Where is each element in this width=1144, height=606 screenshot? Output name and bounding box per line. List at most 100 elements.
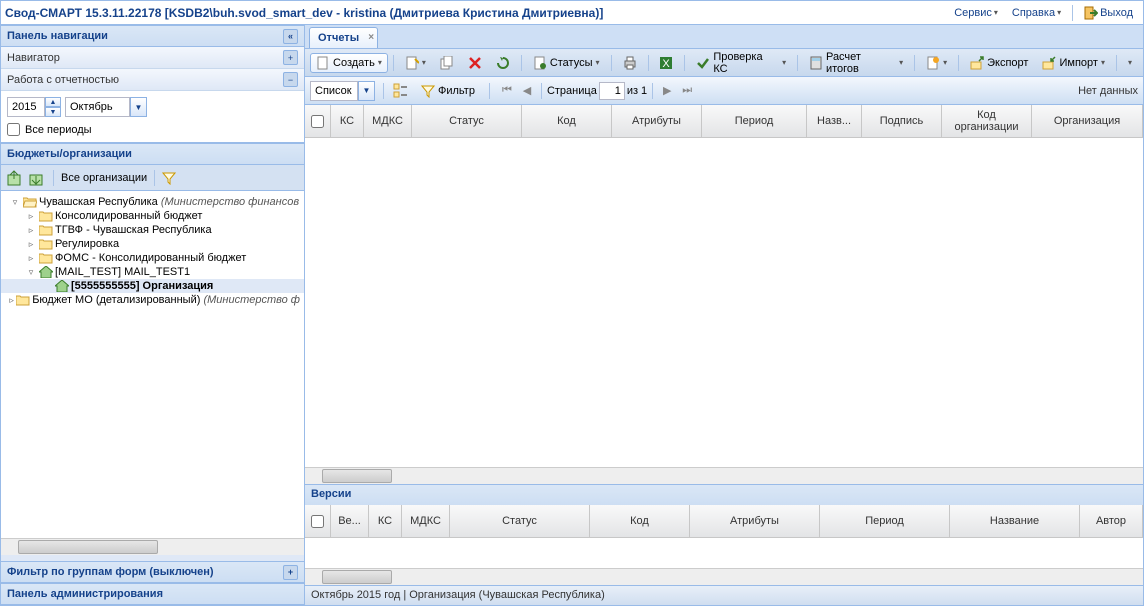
tree-node[interactable]: ▹ТГВФ - Чувашская Республика	[1, 223, 304, 237]
menu-help[interactable]: Справка▾	[1006, 5, 1067, 21]
excel-button[interactable]: X	[653, 53, 679, 73]
tree-node[interactable]: ▹ФОМС - Консолидированный бюджет	[1, 251, 304, 265]
col-name[interactable]: Назв...	[807, 105, 862, 137]
vcol-name[interactable]: Название	[950, 505, 1080, 537]
statuses-button[interactable]: Статусы▾	[527, 53, 606, 73]
vcol-mdks[interactable]: МДКС	[402, 505, 450, 537]
create-button[interactable]: Создать▾	[310, 53, 388, 73]
select-all-checkbox[interactable]	[311, 115, 324, 128]
tree-node[interactable]: ▹Регулировка	[1, 237, 304, 251]
vcol-author[interactable]: Автор	[1080, 505, 1143, 537]
link-button[interactable]: ▾	[920, 53, 953, 73]
col-code[interactable]: Код	[522, 105, 612, 137]
tree-node[interactable]: ▹Консолидированный бюджет	[1, 209, 304, 223]
import-button[interactable]: Импорт▾	[1036, 53, 1110, 73]
vcol-attr[interactable]: Атрибуты	[690, 505, 820, 537]
navigator-header[interactable]: Навигатор +	[1, 47, 304, 69]
pager: ⏮ ◀ Страница из 1 ▶ ⏭	[498, 82, 696, 100]
tree-scrollbar[interactable]	[1, 538, 304, 555]
nav-panel-header: Панель навигации «	[1, 25, 304, 47]
filter-icon[interactable]	[162, 171, 176, 185]
next-page-button[interactable]: ▶	[658, 82, 676, 100]
list-mode-combo[interactable]: ▼	[310, 81, 375, 101]
year-down[interactable]: ▼	[45, 107, 61, 117]
copy-button[interactable]	[434, 53, 460, 73]
org-tree[interactable]: ▿ Чувашская Республика (Министерство фин…	[1, 191, 304, 538]
last-page-button[interactable]: ⏭	[678, 82, 696, 100]
tree-view-icon[interactable]	[392, 82, 410, 100]
year-spinner[interactable]: ▲ ▼	[7, 97, 61, 117]
col-org-code[interactable]: Код организации	[942, 105, 1032, 137]
collapse-button[interactable]: «	[283, 29, 298, 44]
month-input[interactable]	[65, 97, 130, 117]
select-all-versions-checkbox[interactable]	[311, 515, 324, 528]
col-mdks[interactable]: МДКС	[364, 105, 412, 137]
versions-header[interactable]: Версии	[305, 485, 1143, 505]
expander-icon[interactable]: ▿	[9, 197, 21, 208]
funnel-icon	[421, 84, 435, 98]
folder-open-icon	[23, 197, 37, 208]
calc-totals-button[interactable]: Расчет итогов▾	[803, 48, 909, 78]
all-periods-label: Все периоды	[25, 124, 92, 136]
col-org[interactable]: Организация	[1032, 105, 1143, 137]
tree-node[interactable]: ▿[MAIL_TEST] MAIL_TEST1	[1, 265, 304, 279]
col-attributes[interactable]: Атрибуты	[612, 105, 702, 137]
first-page-button[interactable]: ⏮	[498, 82, 516, 100]
expand-filter-button[interactable]: +	[283, 565, 298, 580]
report-work-header[interactable]: Работа с отчетностью −	[1, 69, 304, 91]
grid-scrollbar[interactable]	[305, 467, 1143, 484]
col-period[interactable]: Период	[702, 105, 807, 137]
versions-body[interactable]	[305, 538, 1143, 568]
versions-scrollbar[interactable]	[305, 568, 1143, 585]
calculator-icon	[809, 56, 823, 70]
edit-button[interactable]: ▾	[399, 53, 432, 73]
col-status[interactable]: Статус	[412, 105, 522, 137]
no-data-label: Нет данных	[1078, 85, 1138, 97]
status-icon	[533, 56, 547, 70]
export-button[interactable]: Экспорт	[964, 53, 1034, 73]
check-ks-button[interactable]: Проверка КС▾	[690, 48, 792, 78]
top-menubar: Свод-СМАРТ 15.3.11.22178 [KSDB2\buh.svod…	[1, 1, 1143, 25]
filter-button[interactable]: Фильтр	[415, 81, 481, 101]
folder-icon	[39, 239, 53, 250]
expand-button[interactable]: +	[283, 50, 298, 65]
page-of-label: из 1	[627, 85, 647, 97]
col-ks[interactable]: КС	[331, 105, 364, 137]
page-label: Страница	[547, 85, 597, 97]
menu-exit[interactable]: Выход	[1078, 4, 1139, 22]
vcol-code[interactable]: Код	[590, 505, 690, 537]
vcol-period[interactable]: Период	[820, 505, 950, 537]
vcol-ks[interactable]: КС	[369, 505, 402, 537]
menu-service[interactable]: Сервис▾	[948, 5, 1004, 21]
collapse-sub-button[interactable]: −	[283, 72, 298, 87]
tree-node-selected[interactable]: [5555555555] Организация	[1, 279, 304, 293]
print-button[interactable]	[617, 53, 643, 73]
page-input[interactable]	[599, 82, 625, 100]
year-input[interactable]	[7, 97, 45, 117]
prev-page-button[interactable]: ◀	[518, 82, 536, 100]
tab-reports[interactable]: Отчеты ×	[309, 27, 378, 48]
overflow-button[interactable]: ▾	[1122, 55, 1138, 70]
all-periods-checkbox[interactable]	[7, 123, 20, 136]
tree-root[interactable]: ▿ Чувашская Республика (Министерство фин…	[1, 195, 304, 209]
delete-button[interactable]	[462, 53, 488, 73]
grid-body[interactable]	[305, 138, 1143, 467]
month-combo[interactable]: ▼	[65, 97, 147, 117]
refresh-button[interactable]	[490, 53, 516, 73]
folder-icon	[39, 225, 53, 236]
filter-groups-header[interactable]: Фильтр по группам форм (выключен) +	[1, 561, 304, 583]
month-dropdown-button[interactable]: ▼	[130, 97, 147, 117]
export-icon	[970, 56, 984, 70]
collapse-tree-icon[interactable]	[28, 169, 46, 187]
admin-panel-header[interactable]: Панель администрирования	[1, 583, 304, 605]
expand-tree-icon[interactable]	[6, 169, 24, 187]
vcol-status[interactable]: Статус	[450, 505, 590, 537]
year-up[interactable]: ▲	[45, 97, 61, 107]
tree-node[interactable]: ▹Бюджет МО (детализированный) (Министерс…	[1, 293, 304, 307]
vcol-ver[interactable]: Ве...	[331, 505, 369, 537]
print-icon	[623, 56, 637, 70]
col-signature[interactable]: Подпись	[862, 105, 942, 137]
close-icon[interactable]: ×	[368, 32, 374, 43]
left-panel: Панель навигации « Навигатор + Работа с …	[1, 25, 305, 605]
right-panel: Отчеты × Создать▾ ▾ Статусы▾ X Проверк	[305, 25, 1143, 605]
